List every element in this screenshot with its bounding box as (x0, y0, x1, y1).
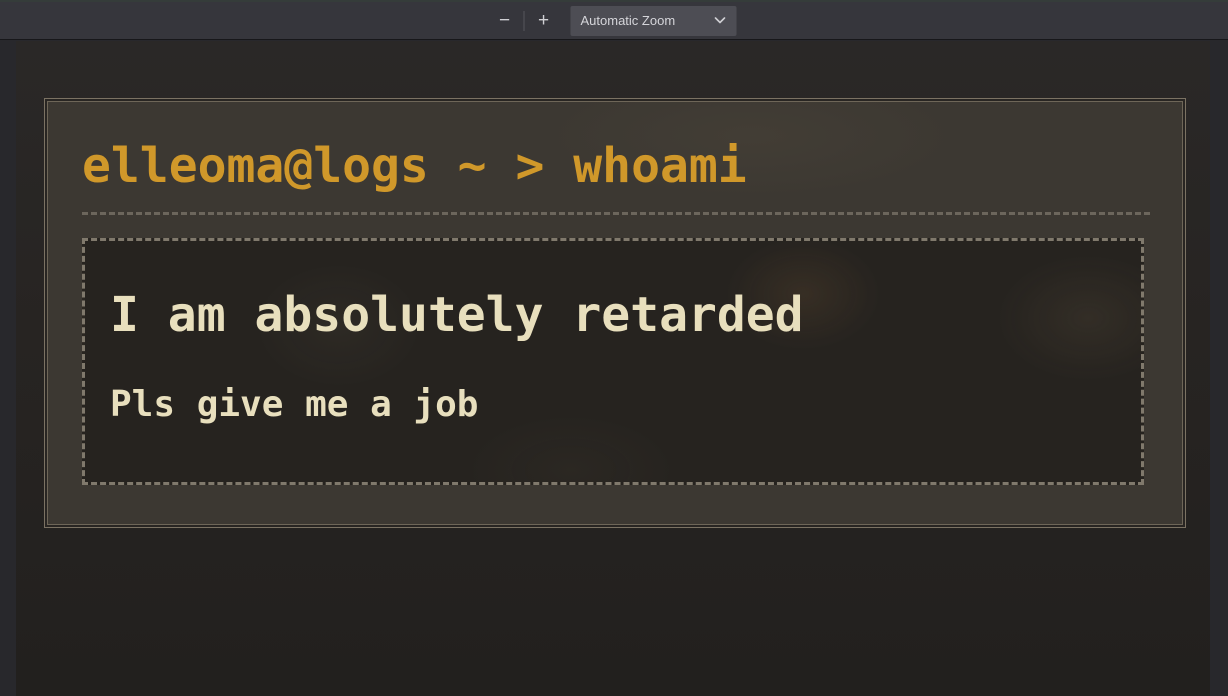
message-subtitle: Pls give me a job (110, 387, 478, 423)
toolbar-divider (524, 11, 525, 31)
zoom-level-select[interactable]: Automatic Zoom (571, 6, 737, 36)
message-box: I am absolutely retarded Pls give me a j… (82, 238, 1144, 485)
zoom-level-value: Automatic Zoom (581, 13, 676, 28)
message-title: I am absolutely retarded (110, 291, 804, 339)
terminal-prompt-line: elleoma@logs ~ > whoami (82, 142, 747, 190)
pdf-viewer-toolbar: − + Automatic Zoom (0, 0, 1228, 40)
terminal-frame: elleoma@logs ~ > whoami I am absolutely … (44, 98, 1186, 528)
zoom-out-button[interactable]: − (492, 8, 518, 34)
minus-icon: − (499, 10, 510, 31)
prompt-separator (82, 212, 1150, 215)
plus-icon: + (538, 10, 549, 31)
chevron-down-icon (715, 17, 726, 24)
pdf-page: elleoma@logs ~ > whoami I am absolutely … (16, 41, 1210, 696)
zoom-controls: − + Automatic Zoom (492, 2, 737, 39)
zoom-in-button[interactable]: + (531, 8, 557, 34)
terminal-frame-inner: elleoma@logs ~ > whoami I am absolutely … (47, 101, 1183, 525)
